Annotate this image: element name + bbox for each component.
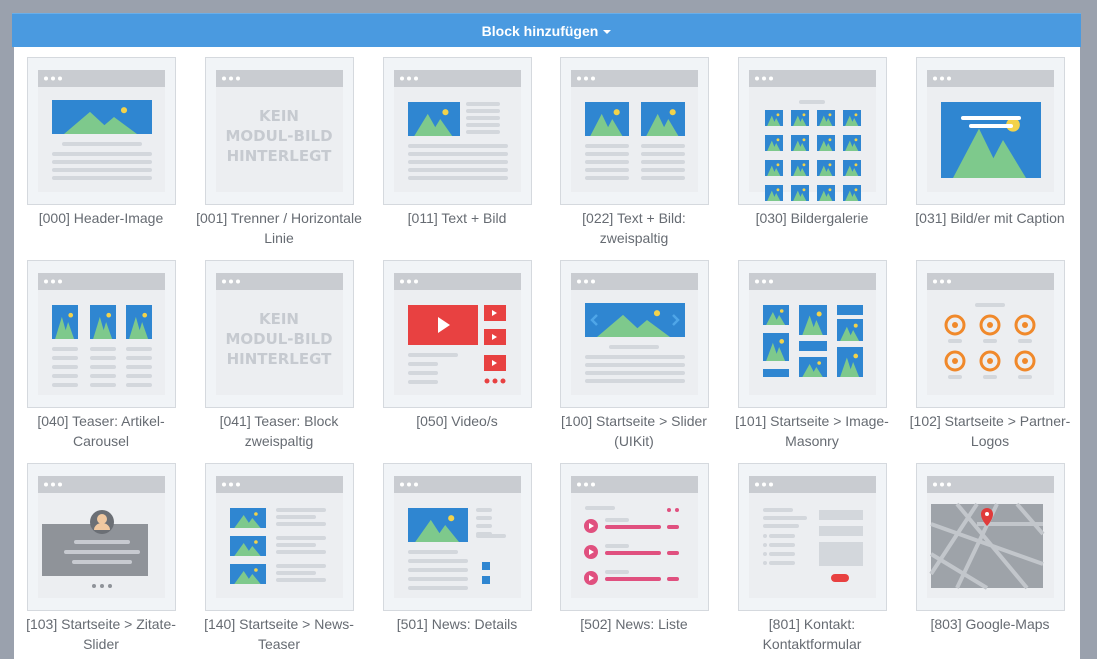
block-preview-thumbnail xyxy=(560,260,709,408)
block-tile[interactable]: [803] Google-Maps xyxy=(903,453,1080,653)
block-preview-thumbnail xyxy=(205,463,354,611)
placeholder-text: HINTERLEGT xyxy=(227,350,333,368)
placeholder-text: HINTERLEGT xyxy=(227,147,333,165)
placeholder-text: KEIN xyxy=(259,107,299,125)
block-label: [801] Kontakt: Kontaktformular xyxy=(762,616,862,652)
block-preview-thumbnail xyxy=(383,463,532,611)
block-label: [502] News: Liste xyxy=(580,616,688,632)
block-label: [030] Bildergalerie xyxy=(755,210,869,226)
block-preview-thumbnail xyxy=(738,463,887,611)
block-preview-thumbnail xyxy=(916,57,1065,205)
block-label: [001] Trenner / Horizontale Linie xyxy=(196,210,362,246)
placeholder-text: MODUL-BILD xyxy=(225,330,332,348)
block-preview-thumbnail xyxy=(27,260,176,408)
block-preview-thumbnail xyxy=(916,463,1065,611)
block-picker-panel: [000] Header-Image KEIN MODUL-BILD HINTERLE… xyxy=(14,47,1080,659)
block-tile[interactable]: [100] Startseite > Slider (UIKit) xyxy=(547,250,727,450)
block-label: [050] Video/s xyxy=(416,413,498,429)
block-tile[interactable]: [022] Text + Bild: zweispaltig xyxy=(547,47,727,247)
block-tile[interactable]: [502] News: Liste xyxy=(547,453,727,653)
block-label: [040] Teaser: Artikel-Carousel xyxy=(37,413,165,449)
block-tile[interactable]: [011] Text + Bild xyxy=(370,47,550,247)
block-tile[interactable]: [801] Kontakt: Kontaktformular xyxy=(725,453,905,653)
block-tile[interactable]: [000] Header-Image xyxy=(14,47,194,247)
block-label: [803] Google-Maps xyxy=(930,616,1050,632)
block-label: [000] Header-Image xyxy=(38,210,164,226)
block-tile[interactable]: KEIN MODUL-BILD HINTERLEGT [041] Teaser: Bl… xyxy=(192,250,372,450)
block-preview-thumbnail xyxy=(27,463,176,611)
block-tile[interactable]: [140] Startseite > News-Teaser xyxy=(192,453,372,653)
block-preview-thumbnail xyxy=(738,57,887,205)
block-preview-thumbnail xyxy=(27,57,176,205)
block-tile[interactable]: [031] Bild/er mit Caption xyxy=(903,47,1080,247)
caret-down-icon xyxy=(603,29,612,34)
block-tile[interactable]: [030] Bildergalerie xyxy=(725,47,905,247)
add-block-label: Block hinzufügen xyxy=(481,22,599,39)
add-block-dropdown-button[interactable]: Block hinzufügen xyxy=(12,13,1081,47)
block-tile[interactable]: KEIN MODUL-BILD HINTERLEGT [001] Trenner / … xyxy=(192,47,372,247)
block-label: [100] Startseite > Slider (UIKit) xyxy=(561,413,707,449)
block-preview-thumbnail xyxy=(916,260,1065,408)
placeholder-text: KEIN xyxy=(259,310,299,328)
placeholder-text: MODUL-BILD xyxy=(225,127,332,145)
block-label: [103] Startseite > Zitate-Slider xyxy=(26,616,176,652)
block-label: [041] Teaser: Block zweispaltig xyxy=(219,413,339,449)
block-label: [031] Bild/er mit Caption xyxy=(915,210,1065,226)
block-preview-thumbnail xyxy=(383,57,532,205)
block-label: [501] News: Details xyxy=(396,616,518,632)
block-label: [140] Startseite > News-Teaser xyxy=(204,616,354,652)
block-preview-thumbnail xyxy=(738,260,887,408)
block-tile[interactable]: [501] News: Details xyxy=(370,453,550,653)
block-preview-thumbnail: KEIN MODUL-BILD HINTERLEGT xyxy=(205,260,354,408)
block-preview-thumbnail xyxy=(383,260,532,408)
block-preview-thumbnail xyxy=(560,57,709,205)
block-tile[interactable]: [050] Video/s xyxy=(370,250,550,450)
block-tile[interactable]: [040] Teaser: Artikel-Carousel xyxy=(14,250,194,450)
block-label: [101] Startseite > Image-Masonry xyxy=(735,413,889,449)
block-preview-thumbnail: KEIN MODUL-BILD HINTERLEGT xyxy=(205,57,354,205)
block-label: [011] Text + Bild xyxy=(407,210,507,226)
block-label: [102] Startseite > Partner-Logos xyxy=(909,413,1071,449)
block-preview-thumbnail xyxy=(560,463,709,611)
block-tile[interactable]: [101] Startseite > Image-Masonry xyxy=(725,250,905,450)
block-tile[interactable]: [103] Startseite > Zitate-Slider xyxy=(14,453,194,653)
block-tile[interactable]: [102] Startseite > Partner-Logos xyxy=(903,250,1080,450)
block-label: [022] Text + Bild: zweispaltig xyxy=(582,210,686,246)
